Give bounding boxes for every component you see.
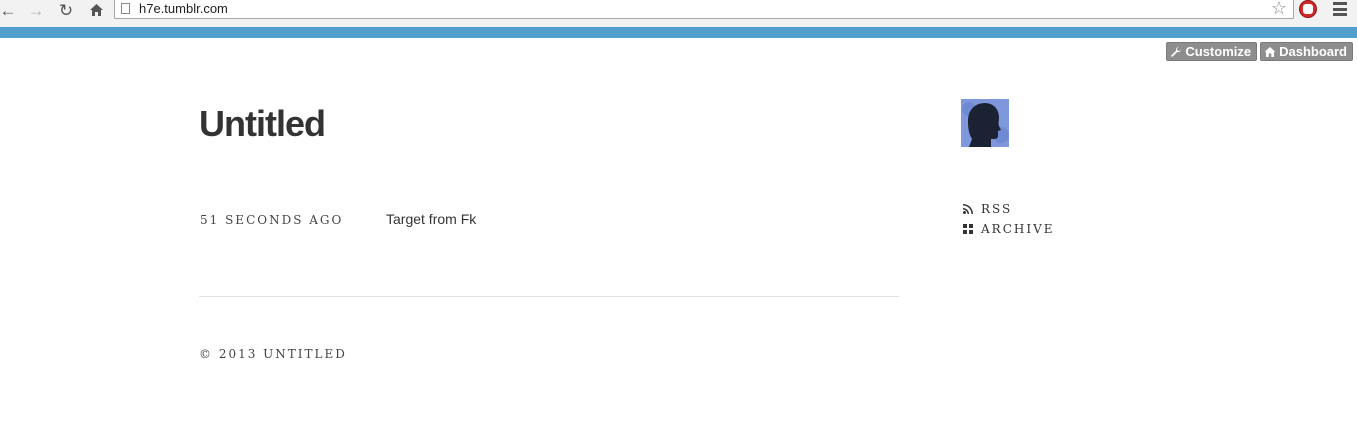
blog-title[interactable]: Untitled xyxy=(199,103,326,145)
dashboard-label: Dashboard xyxy=(1279,44,1347,59)
divider xyxy=(199,296,899,297)
adblock-extension-icon[interactable] xyxy=(1299,0,1317,18)
page-icon xyxy=(121,3,130,14)
avatar[interactable] xyxy=(961,99,1009,147)
tumblr-controls: Customize Dashboard xyxy=(1166,42,1353,61)
footer-copyright: © 2013 UNTITLED xyxy=(199,347,347,361)
post-body: Target from Fk xyxy=(386,211,477,227)
accent-bar xyxy=(0,27,1357,38)
sidebar-link-rss[interactable]: RSS xyxy=(962,202,1012,216)
back-button[interactable]: ← xyxy=(0,0,20,20)
browser-toolbar: ← → ↻ h7e.tumblr.com ☆ xyxy=(0,0,1357,28)
sidebar-link-archive[interactable]: ARCHIVE xyxy=(962,222,1055,236)
sidebar-link-label: ARCHIVE xyxy=(981,222,1055,236)
house-icon xyxy=(1264,46,1276,57)
arrow-left-icon: ← xyxy=(0,0,17,20)
reload-icon: ↻ xyxy=(58,0,74,20)
wrench-icon xyxy=(1171,46,1182,57)
url-text: h7e.tumblr.com xyxy=(139,1,228,16)
dashboard-button[interactable]: Dashboard xyxy=(1260,42,1353,61)
rss-icon xyxy=(962,204,973,215)
bookmark-star-icon[interactable]: ☆ xyxy=(1271,0,1287,19)
home-icon xyxy=(89,4,103,16)
post-timestamp[interactable]: 51 SECONDS AGO xyxy=(200,213,343,227)
forward-button[interactable]: → xyxy=(24,0,48,20)
customize-label: Customize xyxy=(1185,44,1252,59)
sidebar-link-label: RSS xyxy=(981,202,1013,216)
reload-button[interactable]: ↻ xyxy=(54,0,78,20)
home-button[interactable] xyxy=(84,0,108,20)
browser-menu-icon[interactable] xyxy=(1333,2,1347,16)
arrow-right-icon: → xyxy=(27,0,45,20)
address-bar[interactable]: h7e.tumblr.com ☆ xyxy=(114,0,1294,19)
customize-button[interactable]: Customize xyxy=(1166,42,1258,61)
grid-icon xyxy=(962,224,973,235)
default-avatar-icon xyxy=(961,99,1009,147)
